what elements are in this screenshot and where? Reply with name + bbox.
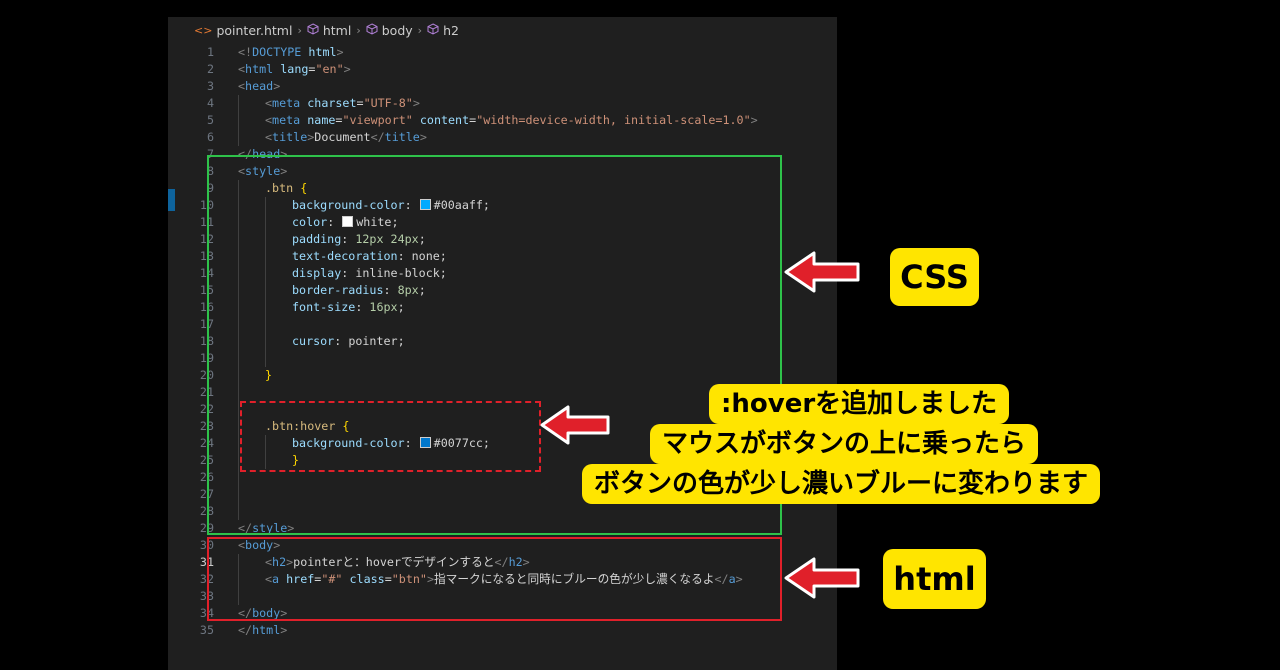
line-number: 6	[206, 130, 214, 144]
code-token: >	[280, 623, 288, 637]
breadcrumb-item-label: body	[381, 23, 413, 38]
line-number: 4	[206, 96, 214, 110]
code-token: content	[419, 113, 470, 127]
arrow-left-icon	[784, 557, 860, 599]
chevron-right-icon: ›	[297, 24, 302, 37]
code-line[interactable]: 6 <title>Document</title>	[168, 129, 837, 146]
code-text: <meta name="viewport" content="width=dev…	[265, 112, 758, 129]
code-token: head	[245, 79, 274, 93]
code-text: <head>	[238, 78, 280, 95]
element-icon	[307, 23, 319, 38]
html-file-icon: <>	[194, 24, 213, 37]
code-text: <html lang="en">	[238, 61, 351, 78]
code-line[interactable]: 3 <head>	[168, 78, 837, 95]
code-token: Document	[314, 130, 371, 144]
code-token: >	[343, 62, 351, 76]
element-icon	[427, 23, 439, 38]
code-token: DOCTYPE	[252, 45, 302, 59]
code-text: <meta charset="UTF-8">	[265, 95, 420, 112]
code-token: <	[238, 62, 246, 76]
code-token: title	[272, 130, 308, 144]
code-token: meta	[272, 113, 301, 127]
hover-highlight-box	[240, 401, 541, 472]
code-token: <	[265, 113, 273, 127]
html-highlight-box	[207, 537, 782, 621]
code-text: <!DOCTYPE html>	[238, 44, 344, 61]
code-token: title	[384, 130, 420, 144]
element-icon	[366, 23, 378, 38]
breadcrumb-item-label: html	[322, 23, 352, 38]
code-token: =	[356, 96, 364, 110]
line-number: 2	[206, 62, 214, 76]
code-token: <	[265, 96, 273, 110]
indent-guide	[238, 95, 239, 112]
code-token: >	[750, 113, 758, 127]
code-token: <!	[238, 45, 253, 59]
code-token: >	[419, 130, 427, 144]
code-token: "en"	[315, 62, 344, 76]
chevron-right-icon: ›	[356, 24, 361, 37]
code-token: </	[370, 130, 385, 144]
arrow-left-icon	[540, 405, 610, 445]
line-number: 1	[206, 45, 214, 59]
indent-guide	[238, 112, 239, 129]
code-text: <title>Document</title>	[265, 129, 427, 146]
line-number: 5	[206, 113, 214, 127]
code-text: </html>	[238, 622, 287, 639]
breadcrumb: <> pointer.html › html › body › h2	[168, 17, 837, 44]
code-line[interactable]: 35 </html>	[168, 622, 837, 639]
code-token: html	[252, 623, 281, 637]
code-line[interactable]: 1 <!DOCTYPE html>	[168, 44, 837, 61]
code-token: "UTF-8"	[363, 96, 413, 110]
breadcrumb-item-label: h2	[443, 23, 459, 38]
code-token: "viewport"	[342, 113, 413, 127]
code-token: </	[238, 623, 253, 637]
code-line[interactable]: 4 <meta charset="UTF-8">	[168, 95, 837, 112]
code-token: <	[238, 79, 246, 93]
code-line[interactable]: 5 <meta name="viewport" content="width=de…	[168, 112, 837, 129]
line-number: 3	[206, 79, 214, 93]
line-number: 35	[199, 623, 214, 637]
code-token: charset	[307, 96, 357, 110]
breadcrumb-item-h2[interactable]: h2	[427, 23, 459, 38]
chevron-right-icon: ›	[417, 24, 423, 37]
callout-line: ボタンの色が少し濃いブルーに変わります	[582, 464, 1101, 504]
code-token: <	[265, 130, 273, 144]
breadcrumb-file[interactable]: <> pointer.html	[194, 23, 292, 38]
callout-line: マウスがボタンの上に乗ったら	[650, 424, 1039, 464]
breadcrumb-item-body[interactable]: body	[366, 23, 413, 38]
code-token: name	[307, 113, 336, 127]
html-callout: html	[883, 549, 986, 609]
callout-line: :hoverを追加しました	[709, 384, 1010, 424]
code-token: "width=device-width, initial-scale=1.0"	[476, 113, 751, 127]
code-token: html	[245, 62, 274, 76]
code-line[interactable]: 2 <html lang="en">	[168, 61, 837, 78]
code-token: meta	[272, 96, 301, 110]
code-token: lang	[280, 62, 309, 76]
css-callout: CSS	[890, 248, 979, 306]
code-token: html	[308, 45, 337, 59]
breadcrumb-file-label: pointer.html	[216, 23, 293, 38]
arrow-left-icon	[784, 251, 860, 293]
code-token: >	[412, 96, 420, 110]
code-token: >	[273, 79, 281, 93]
breadcrumb-item-html[interactable]: html	[307, 23, 351, 38]
indent-guide	[238, 129, 239, 146]
code-token: >	[336, 45, 344, 59]
